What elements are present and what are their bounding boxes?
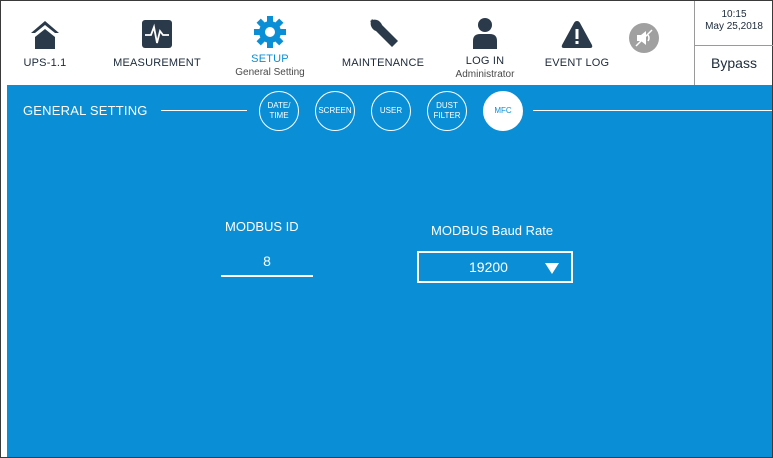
nav-ups-label: UPS-1.1 <box>23 57 67 69</box>
speaker-muted-icon <box>635 29 653 47</box>
gear-icon <box>253 15 287 49</box>
nav-measurement[interactable]: MEASUREMENT <box>109 1 205 85</box>
nav-login-sublabel: Administrator <box>455 69 515 80</box>
tab-dust-filter-line2: FILTER <box>433 111 461 120</box>
tab-mfc-label: MFC <box>494 106 512 115</box>
nav-setup[interactable]: SETUP General Setting <box>225 1 315 85</box>
nav-eventlog-label: EVENT LOG <box>544 57 610 69</box>
nav-measurement-label: MEASUREMENT <box>113 57 201 69</box>
title-line-right <box>533 110 772 111</box>
nav-maintenance-label: MAINTENANCE <box>341 57 425 69</box>
tab-mfc[interactable]: MFC <box>483 91 523 131</box>
tab-dust-filter[interactable]: DUST FILTER <box>427 91 467 131</box>
nav-eventlog[interactable]: EVENT LOG <box>539 1 615 85</box>
warning-icon <box>561 15 593 49</box>
caret-down-icon <box>545 263 559 274</box>
clock-time: 10:15 <box>721 9 747 20</box>
clock-date: May 25,2018 <box>705 21 763 32</box>
tab-dust-filter-line1: DUST <box>436 101 458 110</box>
modbus-id-underline <box>221 275 313 277</box>
nav-maintenance[interactable]: MAINTENANCE <box>335 1 431 85</box>
nav-setup-label: SETUP <box>251 53 289 65</box>
mute-button[interactable] <box>629 23 659 53</box>
clock: 10:15 May 25,2018 <box>695 9 773 33</box>
top-nav-bar: UPS-1.1 MEASUREMENT SETUP General Settin… <box>1 1 773 85</box>
status-box: 10:15 May 25,2018 Bypass <box>694 1 773 85</box>
modbus-baud-select[interactable]: 19200 <box>417 251 573 283</box>
operating-mode: Bypass <box>711 55 757 71</box>
user-icon <box>472 15 498 49</box>
modbus-baud-value: 19200 <box>469 259 508 275</box>
home-icon <box>29 15 61 49</box>
settings-panel: GENERAL SETTING DATE/TIME SCREEN USER DU… <box>7 85 772 457</box>
section-title: GENERAL SETTING <box>23 103 148 118</box>
tab-screen-label: SCREEN <box>318 106 352 115</box>
tab-date-time-line1: DATE/ <box>267 101 291 110</box>
nav-ups[interactable]: UPS-1.1 <box>21 1 69 85</box>
tab-date-time-line2: TIME <box>269 111 289 120</box>
modbus-id-label: MODBUS ID <box>225 219 299 234</box>
tab-screen[interactable]: SCREEN <box>315 91 355 131</box>
tab-user[interactable]: USER <box>371 91 411 131</box>
modbus-id-input[interactable]: 8 <box>221 253 313 269</box>
nav-setup-sublabel: General Setting <box>235 67 305 78</box>
app-window: UPS-1.1 MEASUREMENT SETUP General Settin… <box>0 0 773 458</box>
modbus-baud-label: MODBUS Baud Rate <box>431 223 554 238</box>
status-divider <box>695 45 773 46</box>
nav-login[interactable]: LOG IN Administrator <box>445 1 525 85</box>
tab-user-label: USER <box>379 106 403 115</box>
waveform-icon <box>141 15 173 49</box>
tab-date-time[interactable]: DATE/TIME <box>259 91 299 131</box>
wrench-icon <box>366 15 400 49</box>
nav-login-label: LOG IN <box>465 55 505 67</box>
title-line-left <box>161 110 247 111</box>
